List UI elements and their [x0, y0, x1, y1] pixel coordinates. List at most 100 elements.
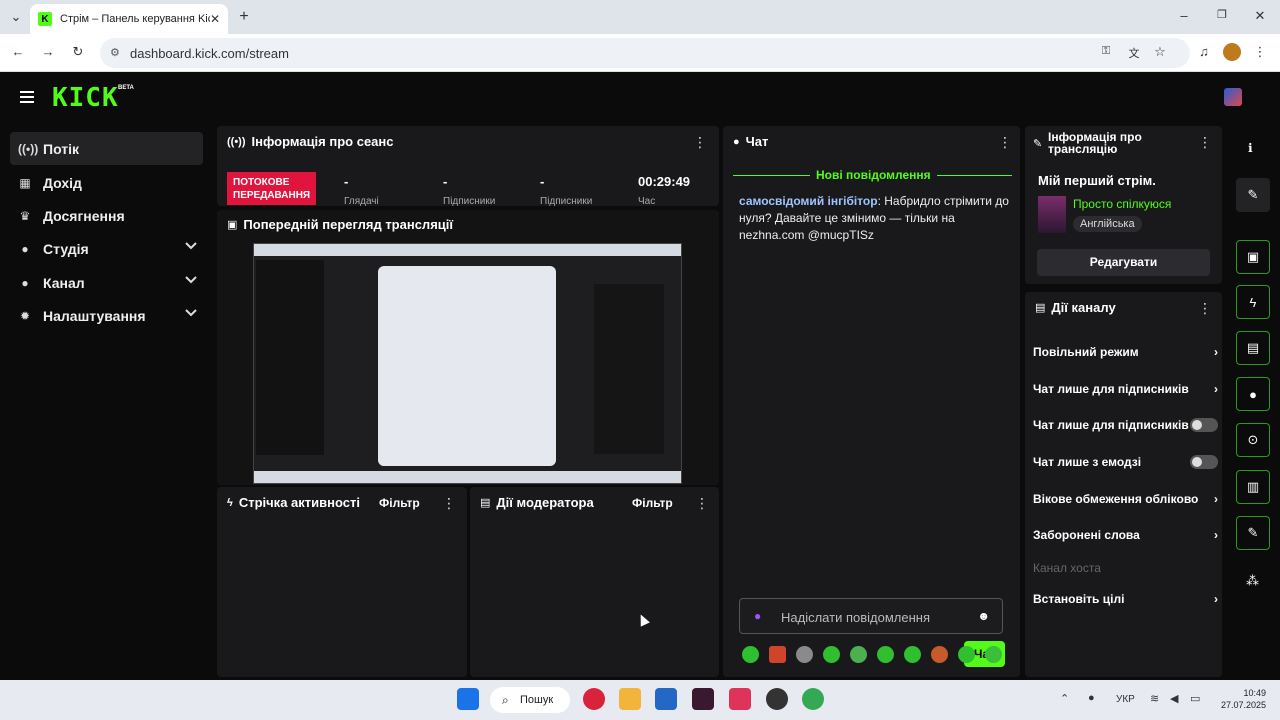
translate-icon[interactable]: 文 [1126, 45, 1142, 61]
hamburger-menu-icon[interactable] [20, 91, 34, 103]
person-icon: ● [21, 275, 29, 290]
emote-only-chat-row[interactable]: Чат лише з емодзі [1033, 455, 1218, 469]
maximize-icon[interactable]: ❐ [1214, 8, 1230, 21]
window-close-icon[interactable]: ✕ [1252, 8, 1268, 24]
emote-icon[interactable] [823, 646, 840, 663]
session-panel-toggle-icon[interactable]: ⊙ [1236, 423, 1270, 457]
edit-stream-button[interactable]: Редагувати [1037, 249, 1210, 276]
chrome-icon[interactable] [802, 688, 824, 710]
sidebar-item-settings[interactable]: ✹ Налаштування [10, 299, 203, 332]
wifi-icon[interactable]: ≋ [1150, 692, 1159, 705]
emote-icon[interactable] [796, 646, 813, 663]
followers-stat: - [443, 174, 448, 189]
chat-panel-toggle-icon[interactable]: ● [1236, 377, 1270, 411]
subscribers-only-toggle[interactable] [1190, 418, 1218, 432]
moderator-title: Дії модератора [496, 495, 594, 510]
chat-panel: ● Чат ⋮ Нові повідомлення самосвідомий і… [723, 126, 1020, 677]
session-info-title: Інформація про сеанс [251, 134, 394, 149]
password-key-icon[interactable]: ⚿ [1098, 45, 1114, 58]
sidebar-item-revenue[interactable]: ▦ Дохід [10, 166, 203, 199]
followers-only-chat-row[interactable]: Чат лише для підписників › [1033, 382, 1218, 396]
minimize-icon[interactable]: – [1176, 8, 1192, 23]
user-avatar[interactable] [1224, 88, 1242, 106]
emote-icon[interactable] [769, 646, 786, 663]
app-icon[interactable] [729, 688, 751, 710]
taskbar-search[interactable]: ⌕ Пошук [490, 687, 570, 713]
activity-panel-toggle-icon[interactable]: ϟ [1236, 285, 1270, 319]
kick-logo[interactable]: KICK [52, 83, 119, 113]
edit-pencil-icon[interactable]: ✎ [1236, 178, 1270, 212]
chevron-down-icon[interactable] [185, 306, 197, 318]
banned-words-row[interactable]: Заборонені слова › [1033, 528, 1218, 542]
bookmark-star-icon[interactable]: ☆ [1152, 44, 1168, 60]
store-icon[interactable] [655, 688, 677, 710]
mic-icon[interactable]: ● [1088, 692, 1095, 704]
viewers-label: Глядачі [344, 196, 379, 207]
forward-icon[interactable]: → [40, 44, 56, 59]
media-controls-icon[interactable]: ♫ [1196, 44, 1212, 59]
stream-category[interactable]: Просто спілкуюся [1073, 197, 1171, 211]
emote-icon[interactable] [850, 646, 867, 663]
chevron-up-icon[interactable]: ⌃ [1060, 692, 1069, 705]
volume-icon[interactable]: ◀ [1170, 692, 1178, 705]
sidebar-item-channel[interactable]: ● Канал [10, 266, 203, 299]
moderator-filter-button[interactable]: Фільтр [632, 496, 673, 510]
app-icon[interactable] [692, 688, 714, 710]
sidebar-item-achievements[interactable]: ♛ Досягнення [10, 199, 203, 232]
session-menu-icon[interactable]: ⋮ [693, 134, 707, 151]
emote-icon[interactable] [877, 646, 894, 663]
activity-filter-button[interactable]: Фільтр [379, 496, 420, 510]
stream-info-toggle-icon[interactable]: ✎ [1236, 516, 1270, 550]
stream-info-menu-icon[interactable]: ⋮ [1198, 134, 1212, 151]
profile-avatar[interactable] [1223, 43, 1241, 61]
reload-icon[interactable]: ↻ [70, 44, 86, 60]
app-icon[interactable] [766, 688, 788, 710]
address-bar[interactable]: ⚙ dashboard.kick.com/stream [100, 38, 1190, 68]
trophy-icon: ♛ [19, 208, 31, 223]
emote-only-toggle[interactable] [1190, 455, 1218, 469]
emote-icon[interactable] [985, 646, 1002, 663]
chevron-down-icon[interactable] [185, 239, 197, 251]
windows-taskbar: ⌕ Пошук ⌃ ● УКР ≋ ◀ ▭ 10:49 27.07.2025 [0, 680, 1280, 720]
voice-mic-icon[interactable]: ● [754, 609, 761, 623]
channel-actions-toggle-icon[interactable]: ▥ [1236, 470, 1270, 504]
emote-icon[interactable] [742, 646, 759, 663]
back-icon[interactable]: ← [10, 44, 26, 59]
emote-icon[interactable] [904, 646, 921, 663]
browser-tab[interactable]: K Стрім – Панель керування Kic ✕ [30, 4, 228, 34]
tab-close-icon[interactable]: ✕ [210, 12, 220, 26]
moderator-menu-icon[interactable]: ⋮ [695, 495, 709, 512]
windows-start-icon[interactable] [457, 688, 479, 710]
new-tab-icon[interactable]: + [236, 8, 252, 26]
tab-search-icon[interactable]: ⌄ [8, 9, 24, 25]
emoji-picker-icon[interactable]: ☻ [977, 609, 990, 623]
chrome-menu-icon[interactable]: ⋮ [1252, 44, 1268, 60]
subscribers-only-chat-row[interactable]: Чат лише для підписників [1033, 418, 1218, 432]
account-age-row[interactable]: Вікове обмеження обліково › [1033, 492, 1218, 506]
battery-icon[interactable]: ▭ [1190, 692, 1200, 705]
emote-icon[interactable] [958, 646, 975, 663]
channel-actions-menu-icon[interactable]: ⋮ [1198, 300, 1212, 317]
set-goals-row[interactable]: Встановіть цілі › [1033, 592, 1218, 606]
info-icon[interactable]: ℹ [1248, 141, 1253, 155]
chat-username[interactable]: самосвідомий інгібітор [739, 194, 878, 208]
sidebar-item-studio[interactable]: ● Студія [10, 232, 203, 265]
app-icon[interactable] [583, 688, 605, 710]
chat-input[interactable]: ● Надіслати повідомлення ☻ [739, 598, 1003, 634]
chat-menu-icon[interactable]: ⋮ [998, 134, 1012, 151]
preview-panel-toggle-icon[interactable]: ▣ [1236, 240, 1270, 274]
slow-mode-row[interactable]: Повільний режим › [1033, 345, 1218, 359]
document-icon: ▤ [480, 497, 491, 509]
emote-icon[interactable] [931, 646, 948, 663]
moderator-panel-toggle-icon[interactable]: ▤ [1236, 331, 1270, 365]
session-info-panel: ((•)) Інформація про сеанс ⋮ ПОТОКОВЕ ПЕ… [217, 126, 719, 207]
activity-menu-icon[interactable]: ⋮ [442, 495, 456, 512]
site-info-icon[interactable]: ⚙ [110, 46, 120, 59]
add-panel-icon[interactable]: ⁂ [1246, 573, 1259, 589]
sidebar-item-stream[interactable]: ((•)) Потік [10, 132, 203, 165]
language-indicator[interactable]: УКР [1116, 694, 1135, 705]
clock[interactable]: 10:49 27.07.2025 [1216, 687, 1266, 711]
file-explorer-icon[interactable] [619, 688, 641, 710]
browser-tabstrip: ⌄ K Стрім – Панель керування Kic ✕ + – ❐… [0, 0, 1280, 34]
chevron-down-icon[interactable] [185, 273, 197, 285]
